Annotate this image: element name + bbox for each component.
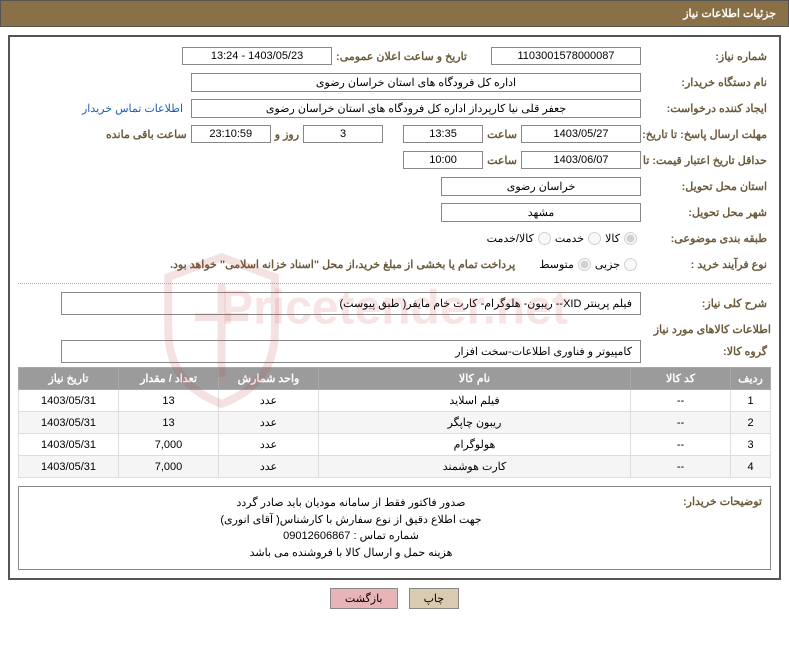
back-button[interactable]: بازگشت [330,588,398,609]
cell-code: -- [631,390,731,412]
cell-qty: 7,000 [119,434,219,456]
cell-unit: عدد [219,412,319,434]
cell-unit: عدد [219,390,319,412]
buyer-notes-text: صدور فاکتور فقط از سامانه مودیان باید صا… [27,495,675,561]
cell-code: -- [631,456,731,478]
cell-unit: عدد [219,434,319,456]
radio-service [588,232,601,245]
cell-row: 4 [731,456,771,478]
cell-row: 3 [731,434,771,456]
time-label-1: ساعت [483,128,521,141]
requester-value: جعفر قلی نیا کارپرداز اداره کل فرودگاه ه… [191,99,641,118]
need-no-value: 1103001578000087 [491,47,641,65]
time-label-2: ساعت [483,154,521,167]
note-line-1: صدور فاکتور فقط از سامانه مودیان باید صا… [27,495,675,512]
cell-row: 1 [731,390,771,412]
table-row: 4--کارت هوشمندعدد7,0001403/05/31 [19,456,771,478]
opt-both: کالا/خدمت [487,232,534,245]
radio-both [538,232,551,245]
cell-name: فیلم اسلاید [319,390,631,412]
page-header: جزئیات اطلاعات نیاز [0,0,789,27]
th-qty: تعداد / مقدار [119,368,219,390]
radio-medium [578,258,591,271]
cell-unit: عدد [219,456,319,478]
announce-dt-label: تاریخ و ساعت اعلان عمومی: [332,50,471,63]
cell-qty: 13 [119,412,219,434]
cell-code: -- [631,412,731,434]
cell-name: ریبون چاپگر [319,412,631,434]
table-row: 2--ریبون چاپگرعدد131403/05/31 [19,412,771,434]
remaining-days: 3 [303,125,383,143]
need-no-label: شماره نیاز: [641,50,771,63]
category-label: طبقه بندی موضوعی: [641,232,771,245]
buyer-notes-label: توضیحات خریدار: [675,495,762,561]
province-value: خراسان رضوی [441,177,641,196]
note-line-2: جهت اطلاع دقیق از نوع سفارش با کارشناس( … [27,512,675,529]
remaining-label: ساعت باقی مانده [102,128,191,141]
button-row: چاپ بازگشت [0,588,789,609]
table-row: 1--فیلم اسلایدعدد131403/05/31 [19,390,771,412]
deadline-label: مهلت ارسال پاسخ: تا تاریخ: [641,128,771,141]
th-code: کد کالا [631,368,731,390]
cell-name: هولوگرام [319,434,631,456]
cell-date: 1403/05/31 [19,412,119,434]
remaining-time: 23:10:59 [191,125,271,143]
cell-date: 1403/05/31 [19,434,119,456]
announce-dt-value: 1403/05/23 - 13:24 [182,47,332,65]
note-line-4: هزینه حمل و ارسال کالا با فروشنده می باش… [27,545,675,562]
opt-partial: جزیی [595,258,620,271]
contact-link[interactable]: اطلاعات تماس خریدار [82,102,183,115]
city-value: مشهد [441,203,641,222]
main-frame: Pricetender.net شماره نیاز: 110300157800… [8,35,781,580]
cell-qty: 7,000 [119,456,219,478]
radio-partial [624,258,637,271]
general-desc-label: شرح کلی نیاز: [641,297,771,310]
cell-row: 2 [731,412,771,434]
goods-info-title: اطلاعات کالاهای مورد نیاز [18,323,771,336]
cell-code: -- [631,434,731,456]
print-button[interactable]: چاپ [409,588,460,609]
page-title: جزئیات اطلاعات نیاز [683,8,776,20]
cell-qty: 13 [119,390,219,412]
th-unit: واحد شمارش [219,368,319,390]
goods-table: ردیف کد کالا نام کالا واحد شمارش تعداد /… [18,367,771,478]
deadline-time: 13:35 [403,125,483,143]
th-name: نام کالا [319,368,631,390]
group-value: کامپیوتر و فناوری اطلاعات-سخت افزار [61,340,641,363]
opt-medium: متوسط [539,258,574,271]
radio-goods [624,232,637,245]
buyer-notes-frame: توضیحات خریدار: صدور فاکتور فقط از سامان… [18,486,771,570]
validity-time: 10:00 [403,151,483,169]
treasury-note: پرداخت تمام یا بخشی از مبلغ خرید،از محل … [166,258,519,271]
city-label: شهر محل تحویل: [641,206,771,219]
table-row: 3--هولوگرامعدد7,0001403/05/31 [19,434,771,456]
general-desc-value: فیلم پرینتر XID-- ریبون- هلوگرام- کارت خ… [61,292,641,315]
note-line-3: شماره تماس : 09012606867 [27,528,675,545]
buyer-label: نام دستگاه خریدار: [641,76,771,89]
opt-service: خدمت [555,232,584,245]
validity-label: حداقل تاریخ اعتبار قیمت: تا تاریخ: [641,154,771,167]
requester-label: ایجاد کننده درخواست: [641,102,771,115]
th-row: ردیف [731,368,771,390]
days-and: روز و [271,128,303,141]
province-label: استان محل تحویل: [641,180,771,193]
th-date: تاریخ نیاز [19,368,119,390]
opt-goods: کالا [605,232,620,245]
cell-date: 1403/05/31 [19,456,119,478]
cell-date: 1403/05/31 [19,390,119,412]
process-label: نوع فرآیند خرید : [641,258,771,271]
validity-date: 1403/06/07 [521,151,641,169]
deadline-date: 1403/05/27 [521,125,641,143]
cell-name: کارت هوشمند [319,456,631,478]
buyer-value: اداره کل فرودگاه های استان خراسان رضوی [191,73,641,92]
group-label: گروه کالا: [641,345,771,358]
